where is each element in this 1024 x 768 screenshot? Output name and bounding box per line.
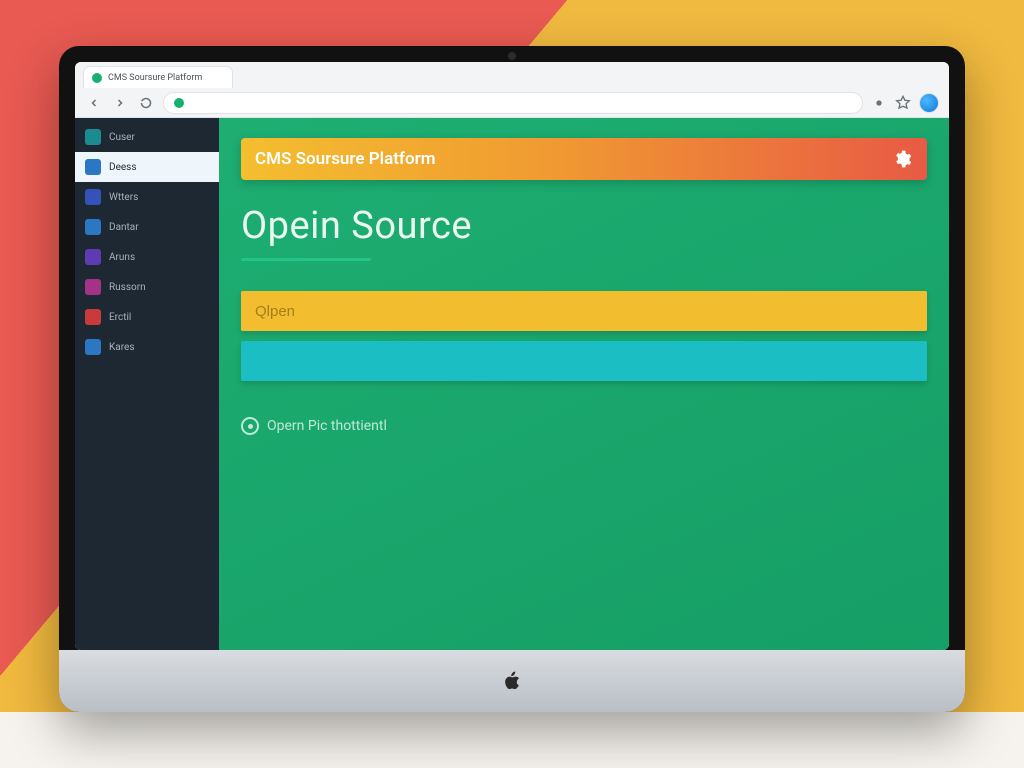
extension-icon[interactable] [871,95,887,111]
sidebar-icon [85,189,101,205]
browser-tab[interactable]: CMS Soursure Platform [83,66,233,88]
sidebar-item-label: Wtters [109,192,138,203]
sidebar-item-label: Deess [109,162,137,173]
tab-favicon [92,73,102,83]
page-title: Opein Source [241,204,927,248]
gear-icon[interactable] [891,148,913,170]
tab-label: CMS Soursure Platform [108,73,202,83]
sidebar-item-wtters[interactable]: Wtters [75,182,219,212]
sidebar-item-cuser[interactable]: Cuser [75,122,219,152]
sidebar-icon [85,159,101,175]
sidebar-item-erctil[interactable]: Erctil [75,302,219,332]
sidebar-item-label: Kares [109,342,134,353]
sidebar-item-label: Aruns [109,252,135,263]
sidebar-item-russorn[interactable]: Russorn [75,272,219,302]
reload-button[interactable] [137,94,155,112]
back-button[interactable] [85,94,103,112]
sidebar-item-kares[interactable]: Kares [75,332,219,362]
primary-input[interactable] [241,291,927,331]
screen: CMS Soursure Platform [75,62,949,650]
forward-button[interactable] [111,94,129,112]
sidebar-item-label: Russorn [109,282,146,293]
sidebar-item-deess[interactable]: Deess [75,152,219,182]
footer-link[interactable]: Opern Pic thottientl [241,417,927,435]
page-banner: CMS Soursure Platform [241,138,927,180]
sidebar-item-aruns[interactable]: Aruns [75,242,219,272]
profile-avatar[interactable] [919,93,939,113]
browser-chrome: CMS Soursure Platform [75,62,949,118]
sidebar: Cuser Deess Wtters Dantar Aruns Russorn Erctil… [75,118,219,650]
footer-link-text: Opern Pic thottientl [267,418,387,434]
monitor-frame: CMS Soursure Platform [59,46,965,712]
sidebar-item-label: Erctil [109,312,131,323]
monitor-chin [59,650,965,712]
star-icon[interactable] [895,95,911,111]
apple-logo-icon [499,668,525,694]
webcam-dot [508,52,516,60]
sidebar-icon [85,249,101,265]
sidebar-item-dantar[interactable]: Dantar [75,212,219,242]
sidebar-item-label: Cuser [109,132,135,143]
main-content: CMS Soursure Platform Opein Source Opern… [219,118,949,650]
sidebar-icon [85,339,101,355]
info-icon [241,417,259,435]
sidebar-item-label: Dantar [109,222,139,233]
sidebar-icon [85,129,101,145]
address-bar[interactable] [163,92,863,114]
primary-button[interactable] [241,341,927,381]
banner-title: CMS Soursure Platform [255,149,435,169]
site-lock-icon [174,98,184,108]
title-underline [241,258,371,261]
sidebar-icon [85,309,101,325]
sidebar-icon [85,219,101,235]
sidebar-icon [85,279,101,295]
